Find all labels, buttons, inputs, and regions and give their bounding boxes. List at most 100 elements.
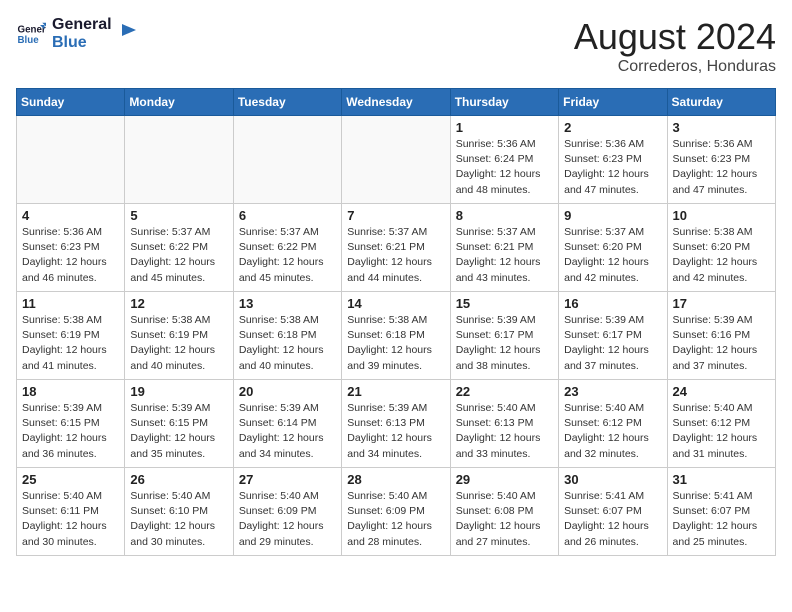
calendar-cell: 28 Sunrise: 5:40 AMSunset: 6:09 PMDayligh…: [342, 468, 450, 556]
calendar-cell: 1Sunrise: 5:36 AMSunset: 6:24 PMDaylight…: [450, 116, 558, 204]
logo-blue-text: Blue: [52, 34, 112, 52]
calendar-cell: 29 Sunrise: 5:40 AMSunset: 6:08 PMDayligh…: [450, 468, 558, 556]
day-number: 14: [347, 296, 444, 311]
day-number: 15: [456, 296, 553, 311]
week-row-5: 25 Sunrise: 5:40 AMSunset: 6:11 PMDayligh…: [17, 468, 776, 556]
calendar-cell: 19 Sunrise: 5:39 AMSunset: 6:15 PMDayligh…: [125, 380, 233, 468]
day-info: Sunrise: 5:40 AMSunset: 6:12 PMDaylight:…: [564, 401, 661, 462]
calendar-cell: 5 Sunrise: 5:37 AMSunset: 6:22 PMDaylight…: [125, 204, 233, 292]
calendar-cell: 14 Sunrise: 5:38 AMSunset: 6:18 PMDayligh…: [342, 292, 450, 380]
day-number: 16: [564, 296, 661, 311]
calendar-cell: 6 Sunrise: 5:37 AMSunset: 6:22 PMDaylight…: [233, 204, 341, 292]
day-info: Sunrise: 5:40 AMSunset: 6:09 PMDaylight:…: [239, 489, 336, 550]
day-info: Sunrise: 5:39 AMSunset: 6:14 PMDaylight:…: [239, 401, 336, 462]
weekday-header-wednesday: Wednesday: [342, 89, 450, 116]
calendar-cell: 9Sunrise: 5:37 AMSunset: 6:20 PMDaylight…: [559, 204, 667, 292]
calendar-cell: 25 Sunrise: 5:40 AMSunset: 6:11 PMDayligh…: [17, 468, 125, 556]
logo-icon: General Blue: [16, 19, 46, 49]
day-number: 7: [347, 208, 444, 223]
page-header: General Blue General Blue August 2024 Co…: [16, 16, 776, 76]
day-number: 2: [564, 120, 661, 135]
day-number: 28: [347, 472, 444, 487]
calendar-cell: 7 Sunrise: 5:37 AMSunset: 6:21 PMDaylight…: [342, 204, 450, 292]
day-number: 8: [456, 208, 553, 223]
day-info: Sunrise: 5:39 AMSunset: 6:17 PMDaylight:…: [456, 313, 553, 374]
day-info: Sunrise: 5:38 AMSunset: 6:19 PMDaylight:…: [130, 313, 227, 374]
calendar-cell: 8 Sunrise: 5:37 AMSunset: 6:21 PMDaylight…: [450, 204, 558, 292]
day-number: 12: [130, 296, 227, 311]
day-number: 30: [564, 472, 661, 487]
day-number: 3: [673, 120, 770, 135]
day-info: Sunrise: 5:39 AMSunset: 6:15 PMDaylight:…: [22, 401, 119, 462]
week-row-1: 1Sunrise: 5:36 AMSunset: 6:24 PMDaylight…: [17, 116, 776, 204]
calendar-cell: 13 Sunrise: 5:38 AMSunset: 6:18 PMDayligh…: [233, 292, 341, 380]
calendar-cell: 16Sunrise: 5:39 AMSunset: 6:17 PMDayligh…: [559, 292, 667, 380]
day-info: Sunrise: 5:37 AMSunset: 6:22 PMDaylight:…: [130, 225, 227, 286]
day-info: Sunrise: 5:38 AMSunset: 6:19 PMDaylight:…: [22, 313, 119, 374]
logo-general-text: General: [52, 16, 112, 34]
day-number: 13: [239, 296, 336, 311]
day-info: Sunrise: 5:39 AMSunset: 6:15 PMDaylight:…: [130, 401, 227, 462]
weekday-header-row: SundayMondayTuesdayWednesdayThursdayFrid…: [17, 89, 776, 116]
day-number: 26: [130, 472, 227, 487]
calendar-cell: 22 Sunrise: 5:40 AMSunset: 6:13 PMDayligh…: [450, 380, 558, 468]
week-row-3: 11 Sunrise: 5:38 AMSunset: 6:19 PMDayligh…: [17, 292, 776, 380]
calendar-cell: 15 Sunrise: 5:39 AMSunset: 6:17 PMDayligh…: [450, 292, 558, 380]
calendar-cell: 24Sunrise: 5:40 AMSunset: 6:12 PMDayligh…: [667, 380, 775, 468]
calendar-cell: 20 Sunrise: 5:39 AMSunset: 6:14 PMDayligh…: [233, 380, 341, 468]
calendar-cell: [233, 116, 341, 204]
day-info: Sunrise: 5:36 AMSunset: 6:23 PMDaylight:…: [22, 225, 119, 286]
day-number: 11: [22, 296, 119, 311]
day-info: Sunrise: 5:37 AMSunset: 6:21 PMDaylight:…: [347, 225, 444, 286]
week-row-4: 18Sunrise: 5:39 AMSunset: 6:15 PMDayligh…: [17, 380, 776, 468]
day-info: Sunrise: 5:36 AMSunset: 6:23 PMDaylight:…: [564, 137, 661, 198]
weekday-header-friday: Friday: [559, 89, 667, 116]
day-number: 31: [673, 472, 770, 487]
calendar-cell: 23Sunrise: 5:40 AMSunset: 6:12 PMDayligh…: [559, 380, 667, 468]
calendar-cell: [17, 116, 125, 204]
calendar-cell: 27 Sunrise: 5:40 AMSunset: 6:09 PMDayligh…: [233, 468, 341, 556]
logo-flag-icon: [118, 22, 138, 42]
weekday-header-thursday: Thursday: [450, 89, 558, 116]
day-info: Sunrise: 5:38 AMSunset: 6:18 PMDaylight:…: [347, 313, 444, 374]
day-number: 4: [22, 208, 119, 223]
day-info: Sunrise: 5:40 AMSunset: 6:11 PMDaylight:…: [22, 489, 119, 550]
day-info: Sunrise: 5:38 AMSunset: 6:18 PMDaylight:…: [239, 313, 336, 374]
day-info: Sunrise: 5:36 AMSunset: 6:23 PMDaylight:…: [673, 137, 770, 198]
calendar-cell: 18Sunrise: 5:39 AMSunset: 6:15 PMDayligh…: [17, 380, 125, 468]
day-number: 21: [347, 384, 444, 399]
weekday-header-monday: Monday: [125, 89, 233, 116]
day-number: 25: [22, 472, 119, 487]
day-info: Sunrise: 5:37 AMSunset: 6:21 PMDaylight:…: [456, 225, 553, 286]
day-number: 20: [239, 384, 336, 399]
day-number: 5: [130, 208, 227, 223]
day-number: 6: [239, 208, 336, 223]
week-row-2: 4 Sunrise: 5:36 AMSunset: 6:23 PMDaylight…: [17, 204, 776, 292]
calendar-cell: 10Sunrise: 5:38 AMSunset: 6:20 PMDayligh…: [667, 204, 775, 292]
day-number: 1: [456, 120, 553, 135]
title-block: August 2024 Correderos, Honduras: [574, 16, 776, 76]
calendar-cell: 11 Sunrise: 5:38 AMSunset: 6:19 PMDayligh…: [17, 292, 125, 380]
day-info: Sunrise: 5:40 AMSunset: 6:09 PMDaylight:…: [347, 489, 444, 550]
calendar-cell: [125, 116, 233, 204]
calendar-cell: 4 Sunrise: 5:36 AMSunset: 6:23 PMDaylight…: [17, 204, 125, 292]
day-info: Sunrise: 5:39 AMSunset: 6:13 PMDaylight:…: [347, 401, 444, 462]
day-number: 19: [130, 384, 227, 399]
day-info: Sunrise: 5:37 AMSunset: 6:22 PMDaylight:…: [239, 225, 336, 286]
day-number: 27: [239, 472, 336, 487]
day-number: 22: [456, 384, 553, 399]
calendar-cell: 21 Sunrise: 5:39 AMSunset: 6:13 PMDayligh…: [342, 380, 450, 468]
day-number: 29: [456, 472, 553, 487]
calendar-cell: 3 Sunrise: 5:36 AMSunset: 6:23 PMDaylight…: [667, 116, 775, 204]
month-year-title: August 2024: [574, 16, 776, 58]
svg-text:Blue: Blue: [18, 35, 40, 46]
calendar-cell: 17Sunrise: 5:39 AMSunset: 6:16 PMDayligh…: [667, 292, 775, 380]
day-info: Sunrise: 5:40 AMSunset: 6:08 PMDaylight:…: [456, 489, 553, 550]
calendar-cell: 26Sunrise: 5:40 AMSunset: 6:10 PMDayligh…: [125, 468, 233, 556]
location-subtitle: Correderos, Honduras: [574, 58, 776, 76]
day-info: Sunrise: 5:40 AMSunset: 6:12 PMDaylight:…: [673, 401, 770, 462]
calendar-cell: 2 Sunrise: 5:36 AMSunset: 6:23 PMDaylight…: [559, 116, 667, 204]
day-info: Sunrise: 5:40 AMSunset: 6:13 PMDaylight:…: [456, 401, 553, 462]
day-number: 10: [673, 208, 770, 223]
calendar-cell: 12 Sunrise: 5:38 AMSunset: 6:19 PMDayligh…: [125, 292, 233, 380]
